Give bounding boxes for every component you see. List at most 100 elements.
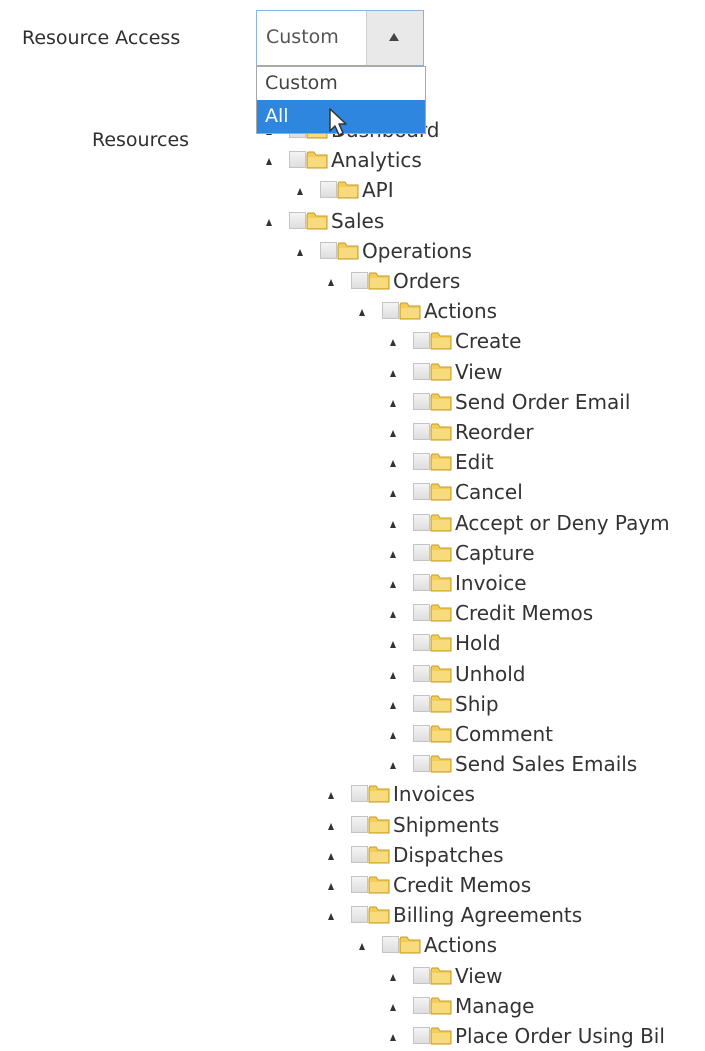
tree-node-label: Credit Memos <box>455 601 594 626</box>
collapse-triangle-icon[interactable] <box>390 701 396 709</box>
folder-icon <box>430 332 452 350</box>
checkbox[interactable] <box>413 574 430 591</box>
folder-icon <box>430 453 452 471</box>
tree-node-label: Dispatches <box>393 842 504 867</box>
checkbox[interactable] <box>320 181 337 199</box>
collapse-triangle-icon[interactable] <box>390 762 396 770</box>
collapse-triangle-icon[interactable] <box>297 248 303 256</box>
tree-node-label: Send Sales Emails <box>455 752 638 777</box>
folder-icon <box>337 181 359 199</box>
collapse-triangle-icon[interactable] <box>390 1034 396 1041</box>
collapse-triangle-icon[interactable] <box>390 520 396 528</box>
checkbox[interactable] <box>320 241 337 259</box>
checkbox[interactable] <box>413 453 430 471</box>
folder-icon <box>430 634 452 652</box>
collapse-triangle-icon[interactable] <box>266 218 272 226</box>
checkbox[interactable] <box>289 211 306 229</box>
checkbox[interactable] <box>413 694 430 712</box>
tree-node-label: Credit Memos <box>393 873 532 897</box>
collapse-triangle-icon[interactable] <box>359 943 365 951</box>
collapse-triangle-icon[interactable] <box>390 581 396 588</box>
tree-node-label: Operations <box>362 238 472 263</box>
collapse-triangle-icon[interactable] <box>328 279 334 286</box>
tree-node-label: Send Order Email <box>455 389 631 414</box>
collapse-triangle-icon[interactable] <box>390 460 396 468</box>
checkbox[interactable] <box>351 272 368 289</box>
collapse-triangle-icon[interactable] <box>390 732 396 739</box>
tree-node-label: Place Order Using Bil <box>455 1024 665 1048</box>
checkbox[interactable] <box>382 936 399 954</box>
checkbox[interactable] <box>351 906 368 924</box>
collapse-triangle-icon[interactable] <box>390 973 396 981</box>
checkbox[interactable] <box>413 1027 430 1044</box>
folder-icon <box>430 514 452 532</box>
collapse-triangle-icon[interactable] <box>328 792 334 800</box>
tree-node-label: Sales <box>331 208 385 233</box>
collapse-triangle-icon[interactable] <box>390 399 396 407</box>
checkbox[interactable] <box>413 966 430 984</box>
checkbox[interactable] <box>413 634 430 652</box>
folder-icon <box>337 242 359 260</box>
collapse-triangle-icon[interactable] <box>359 309 365 317</box>
collapse-triangle-icon[interactable] <box>390 1003 396 1011</box>
checkbox[interactable] <box>413 755 430 773</box>
collapse-triangle-icon[interactable] <box>328 883 334 890</box>
collapse-triangle-icon[interactable] <box>390 641 396 649</box>
checkbox[interactable] <box>413 996 430 1014</box>
folder-icon <box>430 604 452 622</box>
checkbox[interactable] <box>413 664 430 682</box>
tree-node-label: Capture <box>455 540 535 565</box>
checkbox[interactable] <box>413 604 430 622</box>
collapse-triangle-icon[interactable] <box>390 490 396 498</box>
checkbox[interactable] <box>351 815 368 833</box>
collapse-triangle-icon[interactable] <box>390 339 396 347</box>
tree-node-label: Shipments <box>393 812 500 837</box>
folder-icon <box>368 272 390 290</box>
collapse-triangle-icon[interactable] <box>390 550 396 558</box>
collapse-triangle-icon[interactable] <box>297 188 303 196</box>
collapse-triangle-icon[interactable] <box>390 611 396 619</box>
checkbox[interactable] <box>413 362 430 380</box>
collapse-triangle-icon[interactable] <box>390 671 396 679</box>
collapse-triangle-icon[interactable] <box>328 913 334 921</box>
checkbox[interactable] <box>351 845 368 863</box>
checkbox[interactable] <box>351 785 368 803</box>
checkbox[interactable] <box>413 423 430 440</box>
folder-icon <box>368 846 390 864</box>
folder-icon <box>306 212 328 230</box>
folder-icon <box>430 725 452 743</box>
option-custom[interactable]: Custom <box>257 67 425 100</box>
tree-node-label: Ship <box>455 691 499 716</box>
checkbox[interactable] <box>413 513 430 531</box>
folder-icon <box>430 755 452 773</box>
folder-icon <box>399 302 421 320</box>
tree-node-label: Create <box>455 329 522 354</box>
checkbox[interactable] <box>413 483 430 501</box>
collapse-triangle-icon[interactable] <box>266 158 272 166</box>
checkbox[interactable] <box>413 332 430 350</box>
tree-node-label: Analytics <box>331 148 422 173</box>
tree-node-label: Billing Agreements <box>393 903 583 928</box>
folder-icon <box>399 936 421 954</box>
collapse-triangle-icon[interactable] <box>328 852 334 860</box>
folder-icon <box>430 997 452 1015</box>
mouse-pointer-icon <box>329 108 347 136</box>
collapse-triangle-icon[interactable] <box>328 822 334 830</box>
checkbox[interactable] <box>413 392 430 410</box>
checkbox[interactable] <box>382 302 399 320</box>
folder-icon <box>430 574 452 592</box>
folder-icon <box>368 785 390 803</box>
folder-icon <box>430 1027 452 1045</box>
tree-node-label: Invoice <box>455 571 527 595</box>
checkbox[interactable] <box>289 151 306 169</box>
collapse-triangle-icon[interactable] <box>390 369 396 377</box>
tree-node-label: Unhold <box>455 661 526 686</box>
checkbox[interactable] <box>413 725 430 742</box>
checkbox[interactable] <box>351 876 368 893</box>
tree-node-label: Actions <box>424 933 498 958</box>
folder-icon <box>430 544 452 562</box>
collapse-triangle-icon[interactable] <box>390 430 396 437</box>
folder-icon <box>368 876 390 894</box>
tree-node-label: View <box>455 359 503 384</box>
checkbox[interactable] <box>413 543 430 561</box>
